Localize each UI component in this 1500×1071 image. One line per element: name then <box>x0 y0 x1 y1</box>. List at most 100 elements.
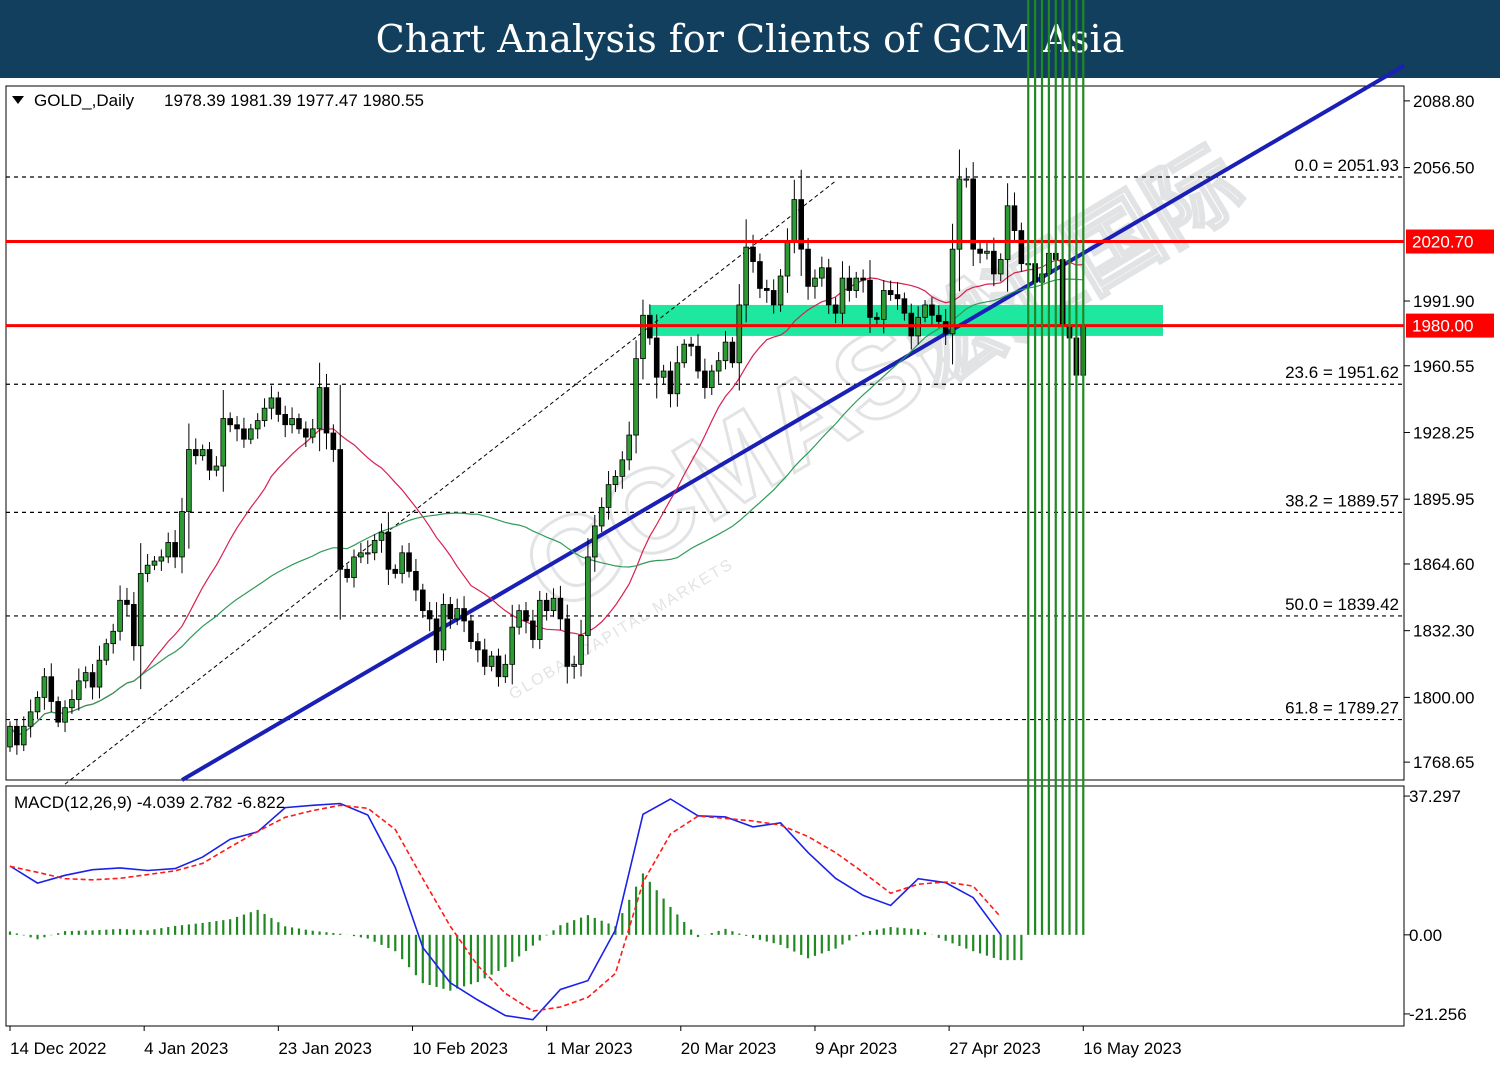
candle-bearish <box>406 552 412 572</box>
candle-bullish <box>399 552 405 574</box>
candle-bearish <box>413 570 419 591</box>
candle-bullish <box>619 459 626 477</box>
candle-bullish <box>179 511 185 558</box>
x-tick-label: 1 Mar 2023 <box>547 1039 633 1058</box>
y-tick-label: 1832.30 <box>1413 622 1474 641</box>
candle-bullish <box>736 304 743 364</box>
candle-bearish <box>564 618 571 667</box>
candle-bullish <box>956 178 963 250</box>
candle-bearish <box>874 316 880 320</box>
candle-bearish <box>977 248 983 254</box>
candle-bullish <box>220 418 227 467</box>
candle-bullish <box>777 275 784 306</box>
candle-bearish <box>523 610 529 622</box>
candle-bullish <box>378 531 385 541</box>
candle-bearish <box>419 589 426 612</box>
candle-bullish <box>963 178 970 181</box>
candle-bearish <box>695 345 701 372</box>
candle-bullish <box>880 290 887 320</box>
candle-bullish <box>261 407 268 422</box>
candle-bullish <box>82 672 89 682</box>
x-tick-label: 10 Feb 2023 <box>412 1039 507 1058</box>
candle-bullish <box>358 552 364 558</box>
candle-bearish <box>1011 205 1018 231</box>
candle-bullish <box>633 358 639 436</box>
candle-bearish <box>846 277 853 291</box>
candle-bearish <box>282 414 288 426</box>
candle-bullish <box>743 246 749 306</box>
price-level-tag-label: 2020.70 <box>1412 233 1473 252</box>
candle-bullish <box>949 248 956 335</box>
candle-bearish <box>860 277 866 281</box>
macd-header: MACD(12,26,9) -4.039 2.782 -6.822 <box>14 793 285 812</box>
y-tick-label: 1800.00 <box>1413 688 1474 707</box>
candle-bullish <box>640 314 646 360</box>
candle-bullish <box>984 250 990 254</box>
candle-bearish <box>530 620 536 640</box>
candle-bullish <box>137 573 144 647</box>
candle-bullish <box>165 542 172 558</box>
candle-bearish <box>702 370 708 388</box>
candle-bullish <box>791 199 798 242</box>
candle-bullish <box>289 418 295 426</box>
candle-bearish <box>433 618 440 651</box>
candle-bullish <box>488 655 495 667</box>
candle-bullish <box>247 428 254 440</box>
candle-bullish <box>612 475 619 486</box>
candle-bullish <box>364 552 371 555</box>
candle-bullish <box>585 556 591 636</box>
candle-bullish <box>598 506 605 527</box>
candle-bearish <box>330 432 337 450</box>
fib-label: 0.0 = 2051.93 <box>1295 156 1399 175</box>
candle-bullish <box>110 630 117 645</box>
candle-bearish <box>426 610 433 620</box>
candle-bullish <box>186 449 192 512</box>
macd-y-tick-label: 0.00 <box>1409 926 1442 945</box>
candle-bullish <box>103 643 110 661</box>
candle-bullish <box>440 604 447 651</box>
candle-bullish <box>144 564 151 574</box>
candle-bullish <box>7 725 13 748</box>
candle-bearish <box>14 725 20 746</box>
x-tick-label: 23 Jan 2023 <box>278 1039 372 1058</box>
candle-bearish <box>832 304 839 314</box>
candle-bullish <box>592 525 598 558</box>
x-tick-label: 16 May 2023 <box>1083 1039 1181 1058</box>
candle-bearish <box>757 261 763 289</box>
candle-bearish <box>495 655 502 678</box>
candle-bearish <box>192 449 199 457</box>
y-tick-label: 2088.80 <box>1413 92 1474 111</box>
candle-bearish <box>447 604 454 620</box>
candle-bearish <box>89 672 96 688</box>
candle-bearish <box>344 568 350 578</box>
candle-bearish <box>48 676 55 702</box>
candle-bullish <box>69 699 75 709</box>
y-tick-label: 2056.50 <box>1413 159 1474 178</box>
macd-panel[interactable] <box>5 785 1405 1027</box>
candle-bullish <box>812 277 818 287</box>
y-tick-label: 1768.65 <box>1413 753 1474 772</box>
candle-bearish <box>468 620 474 643</box>
candle-bullish <box>268 397 275 409</box>
candle-bearish <box>385 531 392 570</box>
candle-bearish <box>1018 230 1025 265</box>
candle-bearish <box>392 568 399 574</box>
candle-bullish <box>626 434 632 461</box>
candle-bearish <box>323 387 330 434</box>
macd-y-tick-label: -21.256 <box>1409 1005 1467 1024</box>
y-tick-label: 1928.25 <box>1413 423 1474 442</box>
candle-bearish <box>887 290 894 296</box>
y-tick-label: 1895.95 <box>1413 490 1474 509</box>
chart-canvas[interactable]: GCMASIA 宏汇国际 GLOBAL CAPITAL MARKETS 0.0 … <box>0 0 1500 1071</box>
candle-bearish <box>653 337 660 378</box>
fib-label: 50.0 = 1839.42 <box>1285 595 1399 614</box>
candle-bullish <box>1004 205 1011 260</box>
candle-bearish <box>729 341 736 364</box>
candle-bullish <box>715 360 722 372</box>
ohlc-header: 1978.39 1981.39 1977.47 1980.55 <box>164 91 424 110</box>
x-tick-label: 14 Dec 2022 <box>10 1039 106 1058</box>
fib-label: 38.2 = 1889.57 <box>1285 491 1399 510</box>
candle-bearish <box>557 597 564 620</box>
candle-bullish <box>571 663 577 667</box>
candle-bullish <box>213 465 220 471</box>
